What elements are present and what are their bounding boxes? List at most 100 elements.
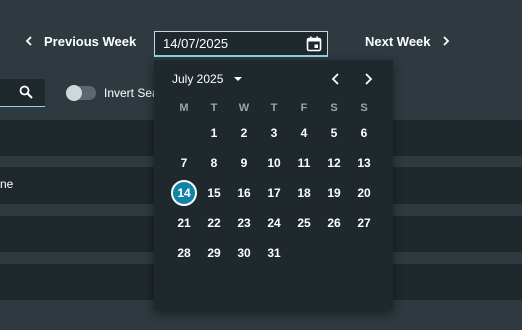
calendar-week-row: 1 2 3 4 5 6 — [169, 118, 379, 148]
next-week-button[interactable]: Next Week — [365, 34, 453, 49]
date-picker-popup: July 2025 M T W T F S S 1 2 3 4 5 6 7 8 9 10 11 12 1… — [154, 60, 393, 310]
calendar-weeks: 1 2 3 4 5 6 7 8 9 10 11 12 13 14 15 16 17 18 19 20 21 22 23 24 2… — [169, 118, 379, 268]
calendar-day[interactable]: 26 — [319, 208, 349, 238]
calendar-day[interactable]: 31 — [259, 238, 289, 268]
calendar-day-number: 7 — [180, 156, 188, 170]
calendar-day-number: 10 — [267, 156, 281, 170]
calendar-empty-cell — [349, 238, 379, 268]
calendar-day[interactable]: 24 — [259, 208, 289, 238]
calendar-day-number: 21 — [177, 216, 191, 230]
calendar-day-number: 1 — [210, 126, 218, 140]
search-input[interactable] — [0, 79, 45, 107]
calendar-week-row: 7 8 9 10 11 12 13 — [169, 148, 379, 178]
calendar-day-number: 6 — [360, 126, 368, 140]
calendar-day-number: 4 — [300, 126, 308, 140]
calendar-day-number: 31 — [267, 246, 281, 260]
calendar-day-number: 24 — [267, 216, 281, 230]
weekday-label: S — [330, 102, 338, 114]
calendar-day[interactable]: 20 — [349, 178, 379, 208]
calendar-day-number: 15 — [207, 186, 221, 200]
table-cell-text: ne — [0, 177, 14, 191]
calendar-day-number: 25 — [297, 216, 311, 230]
calendar-day[interactable]: 15 — [199, 178, 229, 208]
calendar-day-number: 23 — [237, 216, 251, 230]
date-input[interactable]: 14/07/2025 — [154, 31, 328, 57]
calendar-week-row: 28 29 30 31 — [169, 238, 379, 268]
calendar-day-number: 18 — [297, 186, 311, 200]
chevron-left-icon — [22, 35, 36, 48]
calendar-week-row: 14 15 16 17 18 19 20 — [169, 178, 379, 208]
weekday-label: S — [360, 102, 368, 114]
calendar-day[interactable]: 16 — [229, 178, 259, 208]
calendar-day[interactable]: 9 — [229, 148, 259, 178]
calendar-empty-cell — [169, 118, 199, 148]
top-navigation-bar: Previous Week 14/07/2025 Next Week — [0, 0, 522, 60]
calendar-empty-cell — [319, 238, 349, 268]
calendar-day[interactable]: 10 — [259, 148, 289, 178]
calendar-day[interactable]: 8 — [199, 148, 229, 178]
month-year-label: July 2025 — [172, 72, 224, 86]
calendar-day[interactable]: 22 — [199, 208, 229, 238]
calendar-day[interactable]: 1 — [199, 118, 229, 148]
calendar-day-number: 3 — [270, 126, 278, 140]
invert-search-label: Invert Sea — [104, 86, 159, 100]
weekday-label: T — [270, 102, 278, 114]
calendar-week-row: 21 22 23 24 25 26 27 — [169, 208, 379, 238]
chevron-right-icon — [439, 35, 453, 48]
previous-month-icon[interactable] — [328, 71, 344, 87]
calendar-day[interactable]: 3 — [259, 118, 289, 148]
calendar-day[interactable]: 13 — [349, 148, 379, 178]
month-year-selector[interactable]: July 2025 — [172, 72, 243, 86]
calendar-day-number: 16 — [237, 186, 251, 200]
calendar-day[interactable]: 11 — [289, 148, 319, 178]
calendar-day-number: 13 — [357, 156, 371, 170]
calendar-day[interactable]: 25 — [289, 208, 319, 238]
calendar-day[interactable]: 27 — [349, 208, 379, 238]
calendar-day[interactable]: 18 — [289, 178, 319, 208]
search-icon[interactable] — [19, 85, 33, 99]
calendar-day-number: 17 — [267, 186, 281, 200]
calendar-day-number: 12 — [327, 156, 341, 170]
calendar-day[interactable]: 6 — [349, 118, 379, 148]
calendar-day[interactable]: 19 — [319, 178, 349, 208]
calendar-day-number: 9 — [240, 156, 248, 170]
calendar-day[interactable]: 4 — [289, 118, 319, 148]
next-week-label: Next Week — [365, 34, 431, 49]
calendar-day-number: 28 — [177, 246, 191, 260]
date-input-value: 14/07/2025 — [163, 36, 229, 51]
calendar-day-number: 11 — [297, 156, 311, 170]
calendar-grid: M T W T F S S 1 2 3 4 5 6 7 8 9 10 11 12 13 14 15 16 17 1… — [169, 98, 379, 268]
invert-search-toggle[interactable] — [66, 85, 96, 101]
next-month-icon[interactable] — [360, 71, 376, 87]
calendar-day[interactable]: 17 — [259, 178, 289, 208]
calendar-day-number: 19 — [327, 186, 341, 200]
weekday-label: F — [300, 102, 308, 114]
calendar-day-selected[interactable]: 14 — [169, 178, 199, 208]
calendar-empty-cell — [289, 238, 319, 268]
calendar-day[interactable]: 30 — [229, 238, 259, 268]
calendar-day[interactable]: 7 — [169, 148, 199, 178]
calendar-day-number: 27 — [357, 216, 371, 230]
weekday-label: M — [179, 102, 189, 114]
calendar-day-number: 22 — [207, 216, 221, 230]
weekday-header: M T W T F S S — [169, 98, 379, 118]
calendar-day-number: 14 — [171, 180, 197, 206]
previous-week-button[interactable]: Previous Week — [22, 34, 136, 49]
calendar-day[interactable]: 2 — [229, 118, 259, 148]
calendar-day-number: 20 — [357, 186, 371, 200]
calendar-day[interactable]: 29 — [199, 238, 229, 268]
calendar-day-number: 8 — [210, 156, 218, 170]
calendar-day-number: 5 — [330, 126, 338, 140]
calendar-day-number: 30 — [237, 246, 251, 260]
calendar-day[interactable]: 23 — [229, 208, 259, 238]
calendar-day[interactable]: 21 — [169, 208, 199, 238]
calendar-day-number: 2 — [240, 126, 248, 140]
calendar-day-number: 26 — [327, 216, 341, 230]
calendar-icon[interactable] — [306, 36, 322, 52]
toggle-knob — [66, 85, 82, 101]
calendar-day[interactable]: 12 — [319, 148, 349, 178]
calendar-day-number: 29 — [207, 246, 221, 260]
dropdown-arrow-icon — [234, 77, 243, 81]
calendar-day[interactable]: 28 — [169, 238, 199, 268]
calendar-day[interactable]: 5 — [319, 118, 349, 148]
